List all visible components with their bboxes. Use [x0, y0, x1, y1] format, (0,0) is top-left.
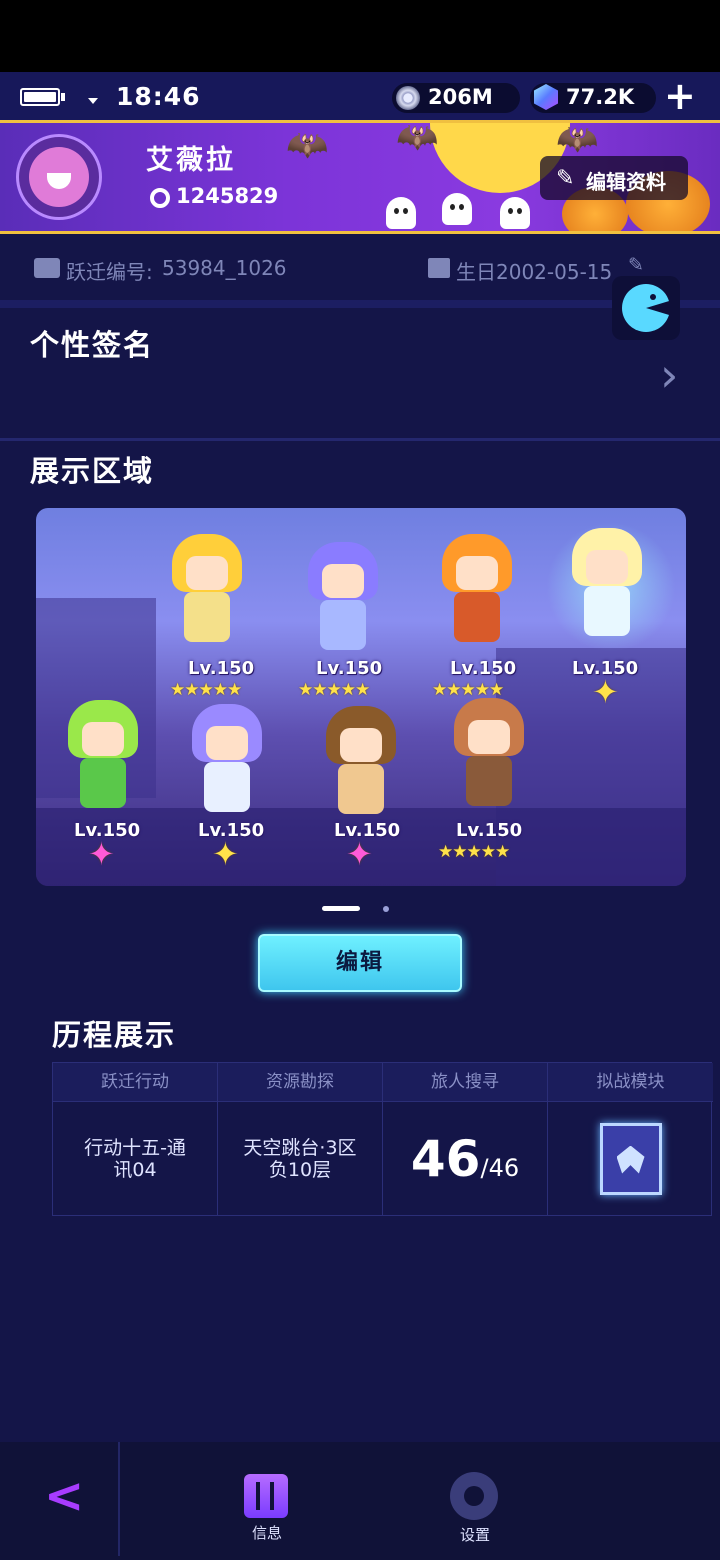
pacman-eye — [650, 294, 656, 300]
dropdown-caret-icon[interactable] — [88, 98, 98, 104]
top-black-bar — [0, 0, 720, 72]
player-uid: 1245829 — [176, 184, 279, 208]
bottom-nav — [0, 1442, 720, 1560]
table-header: 旅人搜寻 — [383, 1063, 548, 1101]
showcase-character[interactable] — [182, 700, 272, 818]
id-value: 53984_1026 — [162, 256, 287, 280]
edit-profile-label: 编辑资料 — [586, 170, 666, 194]
character-body — [320, 600, 366, 650]
showcase-character[interactable] — [432, 530, 522, 648]
character-level: Lv.150 — [188, 658, 255, 679]
sim-module-cell[interactable] — [548, 1101, 713, 1215]
id-card-icon — [34, 258, 60, 278]
traveler-total: /46 — [480, 1153, 520, 1182]
showcase-character[interactable] — [162, 530, 252, 648]
character-body — [204, 762, 250, 812]
character-body — [454, 592, 500, 642]
coin-icon — [396, 86, 420, 110]
character-level: Lv.150 — [316, 658, 383, 679]
character-rank-stars: ✦ — [346, 835, 373, 873]
character-rank-stars: ★★★★★ — [438, 842, 510, 862]
traveler-search-progress[interactable]: 46/46 — [383, 1101, 548, 1215]
history-table: 跃迁行动 资源勘探 旅人搜寻 拟战模块 行动十五-通 讯04 天空跳台·3区 负… — [52, 1062, 713, 1216]
character-face — [468, 720, 510, 754]
character-body — [80, 758, 126, 808]
character-face — [586, 550, 628, 584]
edit-birthday-icon[interactable]: ✎ — [628, 254, 644, 276]
back-button[interactable]: < — [44, 1472, 84, 1520]
gem-amount: 77.2K — [566, 85, 635, 109]
character-face — [456, 556, 498, 590]
page-indicator-active[interactable] — [322, 906, 360, 911]
character-face — [322, 564, 364, 598]
divider — [0, 438, 720, 441]
chevron-right-icon[interactable]: › — [660, 352, 678, 398]
info-icon[interactable] — [244, 1474, 288, 1518]
showcase-character[interactable] — [562, 524, 652, 642]
character-body — [466, 756, 512, 806]
ghost-icon — [500, 197, 530, 229]
showcase-title: 展示区域 — [30, 454, 155, 488]
character-body — [338, 764, 384, 814]
resource-explore-progress[interactable]: 天空跳台·3区 负10层 — [218, 1101, 383, 1215]
bat-icon: 🦇 — [556, 120, 599, 159]
traveler-count: 46 — [410, 1129, 481, 1188]
table-header: 资源勘探 — [218, 1063, 383, 1101]
battery-icon — [20, 88, 60, 106]
nav-divider — [118, 1442, 120, 1556]
character-face — [82, 722, 124, 756]
character-rank-stars: ★★★★★ — [170, 680, 242, 700]
coin-amount: 206M — [428, 85, 493, 109]
battery-tip — [61, 93, 65, 101]
cake-icon — [428, 258, 450, 278]
bat-icon: 🦇 — [286, 125, 329, 165]
nav-settings-label[interactable]: 设置 — [460, 1524, 490, 1545]
bat-icon: 🦇 — [396, 120, 439, 157]
avatar-face — [47, 173, 71, 189]
character-level: Lv.150 — [450, 658, 517, 679]
ghost-icon — [386, 197, 416, 229]
character-level: Lv.150 — [456, 820, 523, 841]
birthday: 生日2002-05-15 — [456, 260, 613, 284]
page-indicator[interactable] — [383, 906, 389, 912]
character-rank-stars: ★★★★★ — [298, 680, 370, 700]
showcase-character[interactable] — [298, 538, 388, 656]
edit-showcase-button[interactable]: 编辑 — [258, 934, 462, 992]
gear-icon[interactable] — [450, 1472, 498, 1520]
uid-icon — [150, 188, 170, 208]
history-title: 历程展示 — [52, 1018, 177, 1052]
player-name: 艾薇拉 — [146, 145, 236, 176]
showcase-character[interactable] — [316, 702, 406, 820]
edit-showcase-label: 编辑 — [335, 950, 384, 975]
signature-title: 个性签名 — [30, 328, 155, 362]
showcase-character[interactable] — [444, 694, 534, 812]
module-badge-icon — [599, 1122, 662, 1195]
character-face — [206, 726, 248, 760]
paw-icon — [29, 147, 89, 207]
character-face — [340, 728, 382, 762]
ghost-icon — [442, 193, 472, 225]
character-rank-stars: ✦ — [212, 835, 239, 873]
character-body — [584, 586, 630, 636]
table-header: 拟战模块 — [548, 1063, 713, 1101]
character-rank-stars: ✦ — [88, 835, 115, 873]
pacman-button[interactable] — [612, 276, 680, 340]
character-body — [184, 592, 230, 642]
nav-info-label[interactable]: 信息 — [252, 1522, 282, 1543]
showcase-panel[interactable]: Lv.150 ★★★★★ Lv.150 ★★★★★ Lv.150 ★★★★★ Lv.150 ✦… — [36, 508, 686, 886]
character-face — [186, 556, 228, 590]
showcase-character[interactable] — [58, 696, 148, 814]
add-currency-button[interactable]: + — [664, 77, 696, 115]
avatar[interactable] — [16, 134, 102, 220]
pacman-icon — [622, 284, 670, 332]
table-header: 跃迁行动 — [53, 1063, 218, 1101]
clock: 18:46 — [116, 82, 201, 111]
character-rank-stars: ✦ — [592, 673, 619, 711]
pencil-icon: ✎ — [556, 166, 575, 191]
id-label: 跃迁编号: — [66, 260, 153, 284]
jump-action-progress[interactable]: 行动十五-通 讯04 — [53, 1101, 218, 1215]
